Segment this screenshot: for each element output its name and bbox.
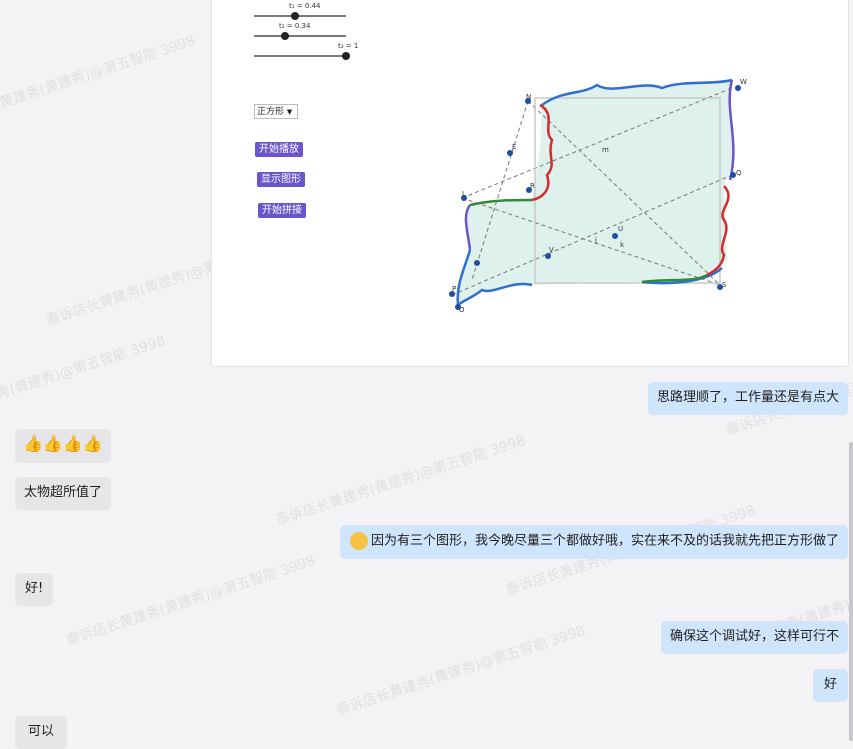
geogebra-card: t₁ = 0.44 t₂ = 0.34 t₃ = 1 N W Q S P O L…	[211, 0, 849, 367]
message-bubble[interactable]: 👍👍👍👍	[15, 429, 111, 463]
watermark: 泰诉店长黄建秀(黄建秀)@第五智能 3998	[64, 553, 318, 649]
scrollbar[interactable]	[849, 442, 853, 741]
message-text: 因为有三个图形，我今晚尽量三个都做好哦，实在来不及的话我就先把正方形做了	[370, 533, 839, 549]
chevron-down-icon: ▼	[286, 108, 293, 116]
point-label-w: W	[740, 78, 747, 86]
watermark: 泰诉店长黄建秀(黄建秀)@第五智能 3998	[0, 33, 198, 129]
show-figure-button[interactable]: 显示图形	[257, 172, 305, 187]
point-label-v: V	[549, 246, 554, 254]
point-label-e: E	[512, 143, 516, 151]
smile-emoji-icon	[349, 532, 368, 550]
shape-select-value: 正方形	[257, 107, 285, 117]
point-label-p: P	[452, 285, 456, 293]
message-text: 好!	[25, 581, 44, 596]
point-label-n: N	[526, 93, 531, 101]
message-bubble[interactable]: 思路理顺了，工作量还是有点大	[647, 382, 848, 415]
message-text: 可以	[28, 724, 55, 739]
point-label-q: Q	[736, 169, 742, 177]
shape-select[interactable]: 正方形 ▼	[254, 104, 298, 119]
point-label-o: O	[459, 306, 465, 314]
message-bubble[interactable]: 好	[812, 669, 848, 702]
point-label-m: m	[602, 146, 609, 154]
message-bubble[interactable]: 因为有三个图形，我今晚尽量三个都做好哦，实在来不及的话我就先把正方形做了	[339, 525, 848, 559]
play-button[interactable]: 开始播放	[255, 142, 303, 157]
message-text: 确保这个调试好，这样可行不	[669, 629, 839, 644]
message-bubble[interactable]: 可以	[15, 716, 68, 749]
thumbs-up-icon: 👍👍👍👍	[23, 434, 103, 453]
point-label-r: R	[530, 182, 535, 190]
message-bubble[interactable]: 确保这个调试好，这样可行不	[660, 621, 848, 654]
assemble-button[interactable]: 开始拼接	[258, 203, 306, 218]
message-bubble[interactable]: 好!	[15, 573, 54, 606]
watermark: 泰诉店长黄建秀(黄建秀)@第五智能 3998	[0, 333, 168, 429]
point-label-s: S	[722, 281, 727, 289]
watermark: 泰诉店长黄建秀(黄建秀)@第五智能 3998	[334, 623, 588, 719]
message-text: 好	[823, 677, 837, 692]
point-label-j: j	[594, 236, 597, 244]
message-bubble[interactable]: 太物超所值了	[15, 477, 112, 510]
tessellation-figure: N W Q S P O L R U V E m j k	[449, 78, 747, 314]
message-text: 思路理顺了，工作量还是有点大	[656, 390, 839, 405]
point-label-l: L	[462, 190, 466, 198]
message-text: 太物超所值了	[24, 485, 103, 500]
watermark: 泰诉店长黄建秀(黄建秀)@第五智能 3998	[274, 433, 528, 529]
point-label-u: U	[618, 225, 623, 233]
